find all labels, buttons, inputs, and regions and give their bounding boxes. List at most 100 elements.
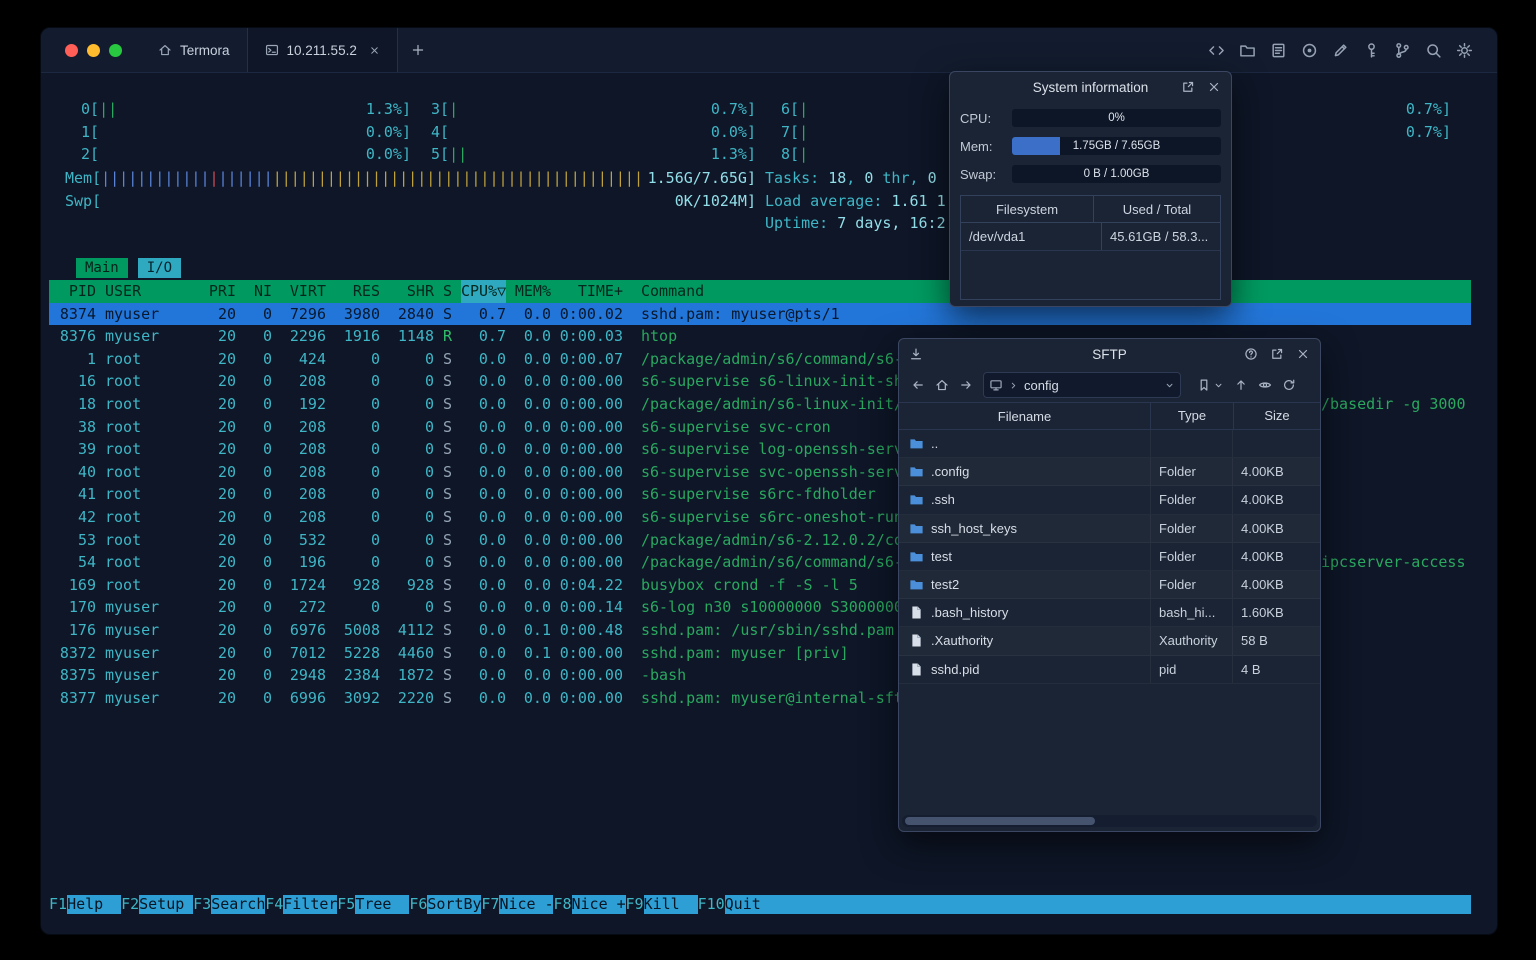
column-header-ni[interactable]: NI: [245, 280, 272, 303]
fnlabel-F9[interactable]: Kill: [643, 895, 698, 914]
titlebar[interactable]: Termora 10.211.55.2: [41, 28, 1497, 73]
cell-cpu: 0.0: [478, 598, 506, 617]
sftp-titlebar[interactable]: SFTP: [899, 339, 1320, 369]
fnkey-F5[interactable]: F5: [337, 895, 355, 914]
column-header-pid[interactable]: PID: [49, 280, 96, 303]
file-row-.ssh[interactable]: .ssh Folder 4.00KB: [899, 486, 1320, 515]
traffic-lights: [41, 43, 141, 57]
scrollbar-thumb[interactable]: [905, 817, 1095, 825]
file-row-ssh_host_keys[interactable]: ssh_host_keys Folder 4.00KB: [899, 514, 1320, 543]
fnlabel-F2[interactable]: Setup: [139, 895, 194, 914]
fnlabel-F8[interactable]: Nice +: [571, 895, 626, 914]
folder-icon[interactable]: [1239, 42, 1256, 59]
minimize-window-button[interactable]: [87, 43, 100, 57]
type-column-header[interactable]: Type: [1150, 403, 1233, 429]
cell-pid: 170: [68, 598, 96, 617]
fnkey-F1[interactable]: F1: [49, 895, 67, 914]
fnlabel-F3[interactable]: Search: [211, 895, 266, 914]
cell-mem: 0.0: [523, 417, 551, 436]
download-icon[interactable]: [909, 347, 923, 361]
bookmarks-control[interactable]: [1197, 378, 1224, 392]
chevron-down-icon[interactable]: [1213, 380, 1224, 391]
key-icon[interactable]: [1363, 42, 1380, 59]
bookmark-icon[interactable]: [1197, 378, 1211, 392]
close-window-button[interactable]: [65, 43, 78, 57]
fnlabel-F7[interactable]: Nice -: [499, 895, 554, 914]
close-panel-icon[interactable]: [1296, 347, 1310, 361]
fnkey-F7[interactable]: F7: [481, 895, 499, 914]
file-row-.bash_history[interactable]: .bash_history bash_hi... 1.60KB: [899, 599, 1320, 628]
new-tab-button[interactable]: [398, 43, 438, 57]
show-hidden-icon[interactable]: [1258, 378, 1272, 392]
help-icon[interactable]: [1244, 347, 1258, 361]
cpu-meter-1: 1[0.0%]: [81, 122, 411, 141]
file-size: 4.00KB: [1232, 514, 1320, 542]
fnkey-F8[interactable]: F8: [553, 895, 571, 914]
back-icon[interactable]: [911, 378, 925, 392]
tab-session[interactable]: 10.211.55.2: [246, 28, 398, 72]
filesystem-row[interactable]: /dev/vda1 45.61GB / 58.3...: [961, 223, 1220, 251]
tab-termora[interactable]: Termora: [141, 28, 247, 72]
htop-tab-io[interactable]: I/O: [137, 258, 182, 278]
settings-icon[interactable]: [1456, 42, 1473, 59]
log-icon[interactable]: [1270, 42, 1287, 59]
file-row-..[interactable]: ..: [899, 430, 1320, 459]
column-header-s[interactable]: S: [443, 280, 452, 303]
system-information-titlebar[interactable]: System information: [950, 72, 1231, 102]
record-icon[interactable]: [1301, 42, 1318, 59]
fnlabel-F6[interactable]: SortBy: [427, 895, 482, 914]
edit-icon[interactable]: [1332, 42, 1349, 59]
file-row-sshd.pid[interactable]: sshd.pid pid 4 B: [899, 655, 1320, 684]
fnlabel-F10[interactable]: Quit: [724, 895, 779, 914]
column-header-shr[interactable]: SHR: [389, 280, 434, 303]
column-header-mem[interactable]: MEM%: [506, 280, 551, 303]
open-external-icon[interactable]: [1270, 347, 1284, 361]
fnkey-F6[interactable]: F6: [409, 895, 427, 914]
size-column-header[interactable]: Size: [1233, 403, 1320, 429]
horizontal-scrollbar[interactable]: [902, 815, 1317, 827]
home-directory-icon[interactable]: [935, 378, 949, 392]
column-header-cpu-sorted[interactable]: CPU%▽: [461, 280, 506, 303]
path-breadcrumb[interactable]: config: [983, 372, 1181, 398]
htop-tab-main[interactable]: Main: [76, 258, 128, 278]
filename-column-header[interactable]: Filename: [899, 409, 1150, 424]
column-header-pri[interactable]: PRI: [200, 280, 236, 303]
cell-shr: 0: [424, 417, 434, 436]
file-row-.Xauthority[interactable]: .Xauthority Xauthority 58 B: [899, 627, 1320, 656]
file-row-.config[interactable]: .config Folder 4.00KB: [899, 458, 1320, 487]
file-row-test2[interactable]: test2 Folder 4.00KB: [899, 570, 1320, 600]
search-icon[interactable]: [1425, 42, 1442, 59]
branch-icon[interactable]: [1394, 42, 1411, 59]
refresh-icon[interactable]: [1282, 378, 1296, 392]
fnkey-F4[interactable]: F4: [265, 895, 283, 914]
fnkey-F2[interactable]: F2: [121, 895, 139, 914]
column-header-res[interactable]: RES: [335, 280, 380, 303]
column-header-user[interactable]: USER: [105, 280, 200, 303]
fnkey-F3[interactable]: F3: [193, 895, 211, 914]
parent-directory-icon[interactable]: [1234, 378, 1248, 392]
fnlabel-F4[interactable]: Filter: [283, 895, 338, 914]
forward-icon[interactable]: [959, 378, 973, 392]
column-header-time[interactable]: TIME+: [551, 280, 623, 303]
fnlabel-F5[interactable]: Tree: [355, 895, 410, 914]
code-icon[interactable]: [1208, 42, 1225, 59]
column-header-virt[interactable]: VIRT: [281, 280, 326, 303]
fnkey-F9[interactable]: F9: [626, 895, 644, 914]
open-external-icon[interactable]: [1181, 80, 1195, 94]
cell-pri: 20: [217, 507, 236, 526]
cell-time: 0:00.07: [559, 349, 623, 368]
fnlabel-F1[interactable]: Help: [67, 895, 122, 914]
current-path[interactable]: config: [1024, 378, 1059, 393]
zoom-window-button[interactable]: [109, 43, 122, 57]
close-panel-icon[interactable]: [1207, 80, 1221, 94]
cell-user: root: [105, 440, 142, 459]
cell-shr: 0: [424, 530, 434, 549]
fnkey-F10[interactable]: F10: [698, 895, 725, 914]
chevron-down-icon[interactable]: [1164, 380, 1175, 391]
process-row-8374[interactable]: 8374 myuser 20 0 7296 3980 2840 S 0.7 0.0 0:00.02 s…: [49, 302, 1471, 326]
close-tab-icon[interactable]: [369, 45, 380, 56]
file-row-test[interactable]: test Folder 4.00KB: [899, 542, 1320, 571]
cell-time: 0:00.00: [559, 485, 623, 504]
cell-user: root: [105, 372, 142, 391]
cell-shr: 2220: [397, 688, 434, 707]
